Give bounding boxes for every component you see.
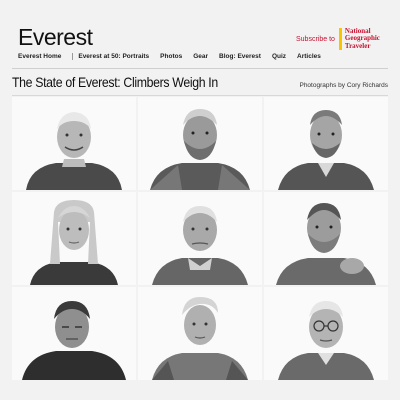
nav-item-quiz[interactable]: Quiz [272,53,286,60]
portrait-young-man-icon [152,297,248,380]
portrait-bearded-man-icon [278,110,374,190]
main-nav: Everest Home Everest at 50: Portraits Ph… [18,53,321,60]
header-divider [12,68,388,69]
title-divider [12,95,388,96]
portrait-grid [12,97,388,380]
brand-yellow-bar [338,27,342,51]
portrait-man-glasses-icon [278,301,374,380]
natgeo-traveler-logo[interactable]: National Geographic Traveler [338,27,380,51]
portrait-tile[interactable] [138,192,262,285]
portrait-older-man-icon [152,206,248,285]
portrait-tile[interactable] [264,287,388,380]
portrait-woman-long-hair-icon [30,200,118,285]
nav-item-photos[interactable]: Photos [160,53,182,60]
photo-credit: Photographs by Cory Richards [299,82,388,89]
nav-item-everest-home[interactable]: Everest Home [18,53,61,60]
portrait-bearded-man-gesturing-icon [276,203,376,285]
portrait-tile[interactable] [264,97,388,190]
portrait-tile[interactable] [264,192,388,285]
nav-item-gear[interactable]: Gear [193,53,208,60]
subscribe-promo[interactable]: Subscribe to National Geographic Travele… [296,27,380,51]
nav-item-portraits[interactable]: Everest at 50: Portraits [72,53,149,60]
portrait-tile[interactable] [138,287,262,380]
portrait-tile[interactable] [138,97,262,190]
portrait-older-man-smiling-icon [26,112,122,190]
page-title: The State of Everest: Climbers Weigh In [12,74,218,90]
brand-lines: National Geographic Traveler [344,27,380,51]
subscribe-text: Subscribe to [296,35,335,43]
portrait-bearded-man-icon [150,109,250,190]
portrait-tile[interactable] [12,192,136,285]
portrait-tile[interactable] [12,287,136,380]
brand-line: Traveler [344,41,371,50]
nav-item-blog[interactable]: Blog: Everest [219,53,261,60]
nav-item-articles[interactable]: Articles [297,53,321,60]
site-title[interactable]: Everest [18,24,93,51]
portrait-man-eyes-closed-icon [22,301,126,380]
portrait-tile[interactable] [12,97,136,190]
